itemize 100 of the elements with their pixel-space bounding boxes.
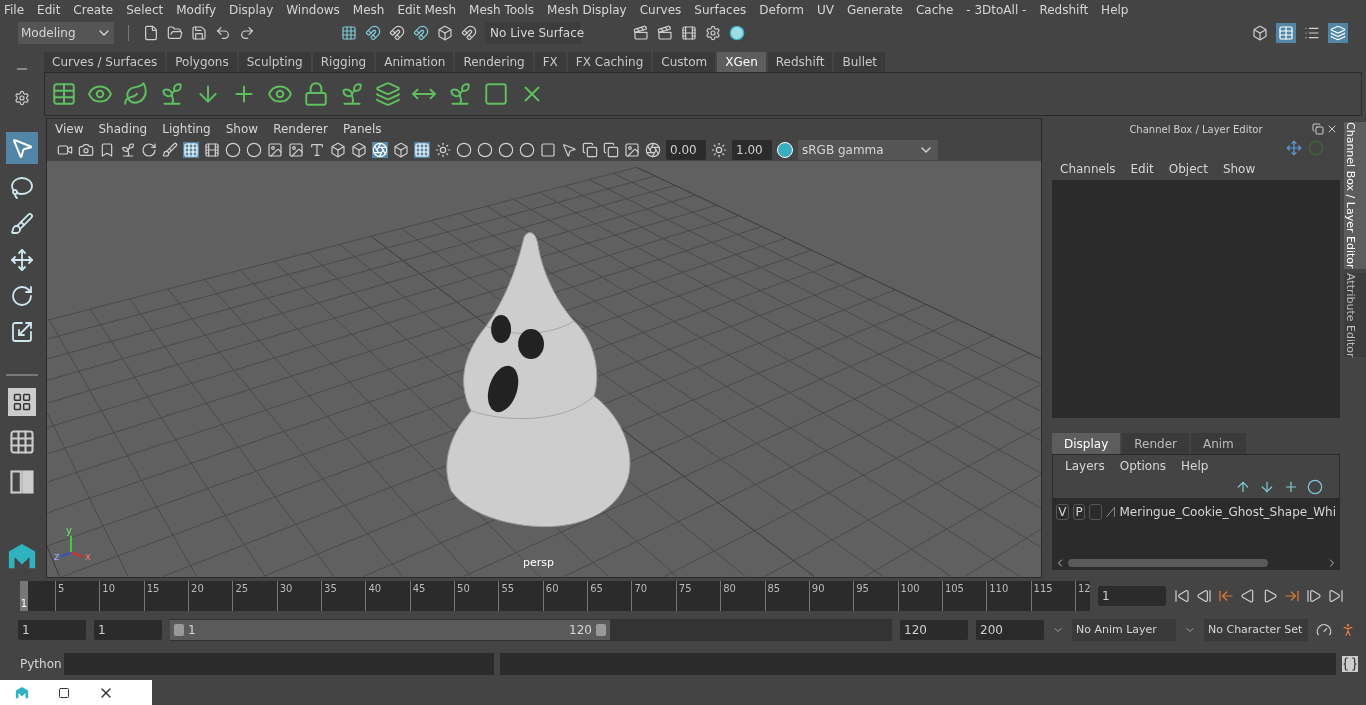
shelf-tab[interactable]: Sculpting: [238, 52, 311, 72]
new-layer-icon[interactable]: [1283, 479, 1299, 495]
menu-item[interactable]: Cache: [915, 1, 954, 19]
side-tab[interactable]: Attribute Editor: [1344, 272, 1366, 358]
gamma-field[interactable]: 1.00: [732, 140, 772, 160]
character-set-dropdown[interactable]: No Character Set: [1204, 619, 1308, 641]
current-frame-field[interactable]: 1: [1098, 586, 1166, 606]
shelf-tab[interactable]: Redshift: [767, 52, 833, 72]
end-frame-field[interactable]: 200: [976, 620, 1044, 640]
menu-item[interactable]: Deform: [759, 1, 804, 19]
viewport-menu-item[interactable]: Lighting: [162, 120, 211, 138]
menu-item[interactable]: Edit Mesh: [397, 1, 457, 19]
save-icon[interactable]: [191, 25, 207, 41]
maximize-icon[interactable]: [58, 686, 70, 699]
cube-icon[interactable]: [330, 142, 346, 158]
sprout-icon[interactable]: [339, 81, 365, 107]
cube-icon[interactable]: [393, 142, 409, 158]
go-to-start-icon[interactable]: [1174, 588, 1190, 604]
menu-item[interactable]: File: [4, 1, 25, 19]
menu-item[interactable]: Curves: [639, 1, 682, 19]
scale-tool-icon[interactable]: [10, 320, 34, 344]
command-input-field[interactable]: [64, 653, 494, 675]
snap-grid-icon[interactable]: [341, 25, 357, 41]
text-icon[interactable]: [309, 142, 325, 158]
table-icon[interactable]: [51, 81, 77, 107]
menu-item[interactable]: Mesh Tools: [469, 1, 535, 19]
lasso-tool-icon[interactable]: [10, 176, 34, 200]
magnet-icon[interactable]: [413, 25, 429, 41]
layer-color-swatch[interactable]: [1089, 504, 1103, 520]
square-icon[interactable]: [483, 81, 509, 107]
paint-tool-icon[interactable]: [10, 212, 34, 236]
shelf-tab[interactable]: Polygons: [167, 52, 237, 72]
viewport-menu-item[interactable]: View: [55, 120, 84, 138]
playback-toggle[interactable]: P: [1072, 504, 1086, 520]
shelf-tab[interactable]: XGen: [717, 52, 766, 72]
anim-layer-dropdown[interactable]: No Anim Layer: [1072, 619, 1176, 641]
layer-name[interactable]: Meringue_Cookie_Ghost_Shape_Whi: [1119, 503, 1336, 521]
menu-item[interactable]: Generate: [846, 1, 903, 19]
menu-item[interactable]: Edit: [37, 1, 61, 19]
move-tool-icon[interactable]: [10, 248, 34, 272]
step-forward-icon[interactable]: [1306, 588, 1322, 604]
viewport-menu-item[interactable]: Renderer: [273, 120, 328, 138]
sprout-icon[interactable]: [159, 81, 185, 107]
viewport-menu-item[interactable]: Shading: [98, 120, 148, 138]
layer-menu-item[interactable]: Options: [1119, 456, 1167, 475]
menu-item[interactable]: Help: [1101, 1, 1129, 19]
next-key-icon[interactable]: [1284, 588, 1300, 604]
channel-menu-item[interactable]: Object: [1168, 160, 1208, 178]
select-tool-button[interactable]: [6, 132, 38, 164]
shelf-tab[interactable]: FX Caching: [567, 52, 652, 72]
layers-icon[interactable]: [375, 81, 401, 107]
sprout-icon[interactable]: [447, 81, 473, 107]
color-space-dropdown[interactable]: sRGB gamma: [798, 140, 938, 160]
go-to-end-icon[interactable]: [1328, 588, 1344, 604]
move-layer-down-icon[interactable]: [1259, 479, 1275, 495]
step-back-icon[interactable]: [1196, 588, 1212, 604]
bookmark-icon[interactable]: [99, 142, 115, 158]
brush-icon[interactable]: [162, 142, 178, 158]
time-slider-track[interactable]: 1 5 10 15 20 25 30 35 40 45 50 55 60 65 70 75 80 85 90 95 100 105 110 115 12: [20, 581, 1090, 611]
image-icon[interactable]: [288, 142, 304, 158]
square-icon[interactable]: [540, 142, 556, 158]
magnet-icon[interactable]: [365, 25, 381, 41]
menu-item[interactable]: Surfaces: [694, 1, 747, 19]
shelf-tab[interactable]: Custom: [653, 52, 716, 72]
grid-icon[interactable]: [183, 142, 199, 158]
film-icon[interactable]: [204, 142, 220, 158]
shelf-settings-icon[interactable]: [14, 89, 30, 106]
visibility-toggle[interactable]: V: [1056, 504, 1069, 520]
shelf-tab[interactable]: Curves / Surfaces: [44, 52, 166, 72]
menu-item[interactable]: Modify: [176, 1, 216, 19]
previous-key-icon[interactable]: [1218, 588, 1234, 604]
magnet-icon[interactable]: [389, 25, 405, 41]
menu-item[interactable]: Mesh: [352, 1, 385, 19]
menu-item[interactable]: Windows: [286, 1, 340, 19]
magnet-icon[interactable]: [461, 25, 477, 41]
lock-icon[interactable]: [303, 81, 329, 107]
menu-item[interactable]: Select: [126, 1, 164, 19]
video-camera-icon[interactable]: [57, 142, 73, 158]
image-icon[interactable]: [267, 142, 283, 158]
cube-icon[interactable]: [351, 142, 367, 158]
aperture-icon[interactable]: [372, 142, 388, 158]
copy-icon[interactable]: [603, 142, 619, 158]
shelf-tab[interactable]: Bullet: [834, 52, 886, 72]
channel-menu-item[interactable]: Show: [1222, 160, 1256, 178]
layer-menu-item[interactable]: Layers: [1065, 456, 1105, 475]
rotate-icon[interactable]: [141, 142, 157, 158]
play-backwards-icon[interactable]: [1240, 588, 1256, 604]
layer-editor-tab[interactable]: Render: [1122, 433, 1189, 454]
start-frame-field[interactable]: 1: [18, 620, 86, 640]
layer-editor-tab[interactable]: Display: [1052, 433, 1121, 454]
viewport-menu-item[interactable]: Show: [225, 120, 259, 138]
channel-menu-item[interactable]: Channels: [1060, 160, 1116, 178]
running-figure-icon[interactable]: [1340, 622, 1356, 638]
grid-icon[interactable]: [414, 142, 430, 158]
playback-start-field[interactable]: 1: [94, 620, 162, 640]
shelf-tab[interactable]: Rendering: [455, 52, 533, 72]
sprout-icon[interactable]: [120, 142, 136, 158]
image-icon[interactable]: [624, 142, 640, 158]
render-settings-icon[interactable]: [705, 25, 721, 41]
undo-icon[interactable]: [215, 25, 231, 41]
